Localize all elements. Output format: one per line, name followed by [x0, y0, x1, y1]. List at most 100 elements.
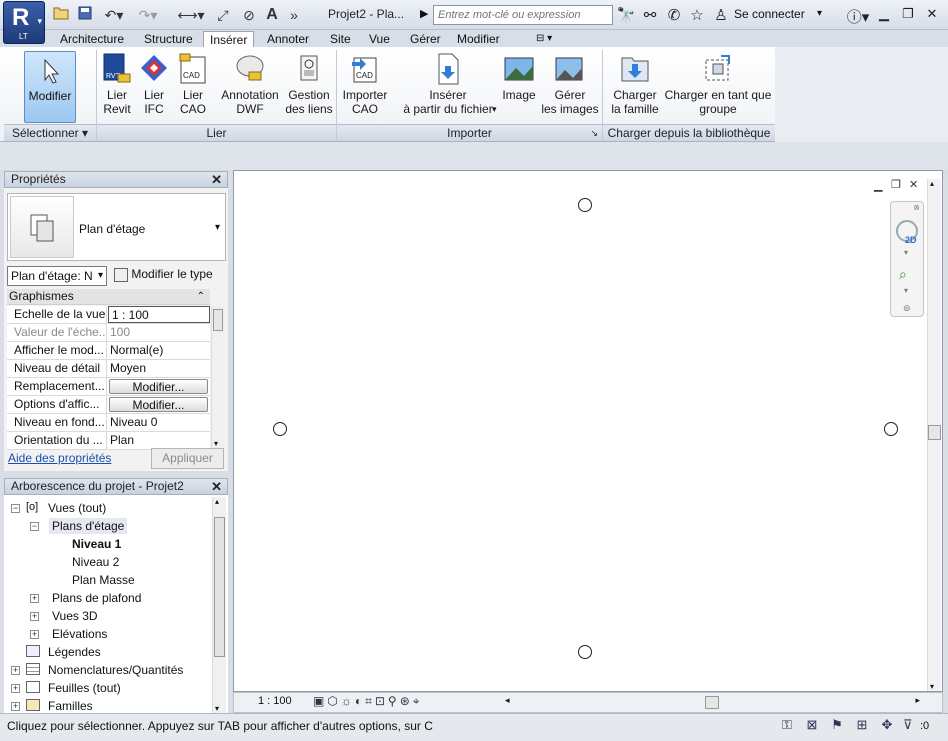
scrollbar-thumb[interactable]	[213, 309, 223, 331]
scrollbar-thumb[interactable]	[928, 425, 941, 440]
view-restore-icon[interactable]: ❐	[891, 178, 901, 191]
search-input[interactable]	[433, 5, 613, 25]
scroll-right-icon[interactable]: ▸	[915, 695, 920, 706]
tab-insert[interactable]: Insérer	[203, 31, 255, 48]
tree-item-elevations[interactable]: Elévations	[52, 626, 107, 642]
tab-view[interactable]: Vue	[363, 31, 396, 48]
link-ifc-button[interactable]: Lier IFC	[137, 50, 171, 122]
chevron-down-icon[interactable]: ▾	[817, 8, 822, 19]
tab-modify[interactable]: Modifier	[451, 31, 506, 48]
undo-icon[interactable]: ↶▾	[100, 5, 128, 25]
scroll-down-icon[interactable]: ▾	[930, 682, 934, 691]
expand-toggle-icon[interactable]: +	[11, 702, 20, 711]
unlock-3d-icon[interactable]: ⚲	[388, 694, 400, 708]
close-window-icon[interactable]: ✕	[921, 5, 943, 23]
tree-item-families[interactable]: Familles	[48, 698, 93, 712]
drag-elements-icon[interactable]: ✥	[878, 717, 896, 735]
redo-icon[interactable]: ↷▾	[134, 5, 162, 25]
scroll-up-icon[interactable]: ▴	[930, 179, 934, 188]
shadows-icon[interactable]: ◐	[355, 694, 365, 708]
scrollbar-thumb[interactable]	[214, 517, 225, 657]
scroll-down-icon[interactable]: ▾	[214, 439, 218, 448]
save-icon[interactable]	[76, 5, 94, 25]
tree-item-legends[interactable]: Légendes	[48, 644, 101, 660]
temporary-hide-icon[interactable]: ⊛	[400, 694, 413, 708]
measure-icon[interactable]: ⟷▾	[176, 5, 206, 25]
detail-level-field[interactable]: Moyen	[107, 360, 210, 377]
select-underlay-icon[interactable]: ⊠	[803, 717, 821, 735]
show-crop-region-icon[interactable]: ⊡	[375, 694, 388, 708]
tree-item-level-1[interactable]: Niveau 1	[72, 536, 121, 552]
vertical-scrollbar[interactable]: ▴ ▾	[927, 179, 941, 691]
tree-item-sheets[interactable]: Feuilles (tout)	[48, 680, 121, 696]
favorites-star-icon[interactable]: ☆	[687, 6, 707, 24]
tab-architecture[interactable]: Architecture	[54, 31, 130, 48]
tab-structure[interactable]: Structure	[138, 31, 199, 48]
expand-toggle-icon[interactable]: +	[30, 612, 39, 621]
tree-item-site-plan[interactable]: Plan Masse	[72, 572, 135, 588]
close-icon[interactable]: ⊗	[913, 203, 920, 212]
collapse-toggle-icon[interactable]: −	[30, 522, 39, 531]
options-icon[interactable]: ⊜	[903, 303, 911, 314]
chevron-down-icon[interactable]: ▾	[492, 104, 497, 115]
tree-item-views-all[interactable]: Vues (tout)	[48, 500, 106, 516]
image-button[interactable]: Image	[500, 50, 538, 122]
tree-item-schedules[interactable]: Nomenclatures/Quantités	[48, 662, 183, 678]
properties-scrollbar[interactable]: ▾	[211, 306, 224, 448]
import-cad-button[interactable]: CAD Importer CAO	[340, 50, 390, 122]
subscription-icon[interactable]: ⚯	[640, 6, 660, 24]
edit-type-button[interactable]: Modifier le type	[114, 267, 213, 282]
tab-manage[interactable]: Gérer	[404, 31, 447, 48]
scroll-down-icon[interactable]: ▾	[215, 704, 219, 713]
view-scale-selector[interactable]: 1 : 100	[258, 695, 292, 707]
scroll-up-icon[interactable]: ▴	[215, 497, 219, 506]
load-as-group-button[interactable]: Charger en tant que groupe	[662, 50, 774, 122]
properties-help-link[interactable]: Aide des propriétés	[8, 451, 111, 465]
dwf-markup-button[interactable]: Annotation DWF	[216, 50, 284, 122]
view-scale-field[interactable]: 1 : 100	[108, 306, 210, 323]
expand-toggle-icon[interactable]: +	[11, 684, 20, 693]
reveal-hidden-icon[interactable]: ⌖	[413, 694, 423, 708]
display-model-field[interactable]: Normal(e)	[107, 342, 210, 359]
more-tools-icon[interactable]: »	[286, 5, 302, 25]
orientation-field[interactable]: Plan	[107, 432, 210, 449]
apply-button[interactable]: Appliquer	[151, 448, 224, 469]
sign-in-button[interactable]: Se connecter	[734, 7, 805, 21]
chevron-down-icon[interactable]: ▾	[215, 222, 220, 233]
application-menu-button[interactable]: R LT ▾	[3, 1, 45, 44]
view-close-icon[interactable]: ✕	[909, 178, 918, 191]
detail-level-icon[interactable]: ▣	[313, 694, 327, 708]
filter-icon[interactable]: ⊽	[903, 717, 913, 733]
collapse-toggle-icon[interactable]: −	[11, 504, 20, 513]
chevron-down-icon[interactable]: ▾	[904, 248, 908, 257]
tree-item-level-2[interactable]: Niveau 2	[72, 554, 119, 570]
restore-window-icon[interactable]: ❐	[897, 5, 919, 23]
open-icon[interactable]	[52, 5, 70, 25]
elevation-marker-south[interactable]	[578, 645, 592, 659]
drawing-area[interactable]	[233, 170, 943, 692]
sun-path-icon[interactable]: ☼	[341, 694, 355, 708]
user-icon[interactable]: ♙	[711, 6, 731, 24]
group-graphics[interactable]: Graphismes ⌃	[7, 289, 210, 305]
instance-filter-dropdown[interactable]: Plan d'étage: N ▾	[7, 266, 107, 286]
elevation-marker-north[interactable]	[578, 198, 592, 212]
zoom-icon[interactable]: ⌕	[899, 266, 907, 283]
scrollbar-thumb[interactable]	[705, 696, 719, 709]
select-by-face-icon[interactable]: ⊞	[853, 717, 871, 735]
binoculars-icon[interactable]: 🔭	[616, 6, 636, 24]
horizontal-scrollbar[interactable]: ◂ ▸	[505, 695, 920, 711]
text-icon[interactable]: A	[263, 5, 281, 25]
link-cad-button[interactable]: CAD Lier CAO	[175, 50, 211, 122]
link-revit-button[interactable]: RVT Lier Revit	[100, 50, 134, 122]
tab-annotate[interactable]: Annoter	[261, 31, 315, 48]
close-icon[interactable]: ✕	[211, 172, 222, 187]
tab-site[interactable]: Site	[324, 31, 357, 48]
aligned-dimension-icon[interactable]: ⤢	[214, 5, 232, 25]
tree-item-ceiling-plans[interactable]: Plans de plafond	[52, 590, 141, 606]
elevation-marker-east[interactable]	[884, 422, 898, 436]
close-icon[interactable]: ✕	[211, 479, 222, 494]
elevation-marker-west[interactable]	[273, 422, 287, 436]
modify-button[interactable]: Modifier	[24, 51, 76, 123]
select-pinned-icon[interactable]: ⚑	[828, 717, 846, 735]
chevron-down-icon[interactable]: ▾	[904, 286, 908, 295]
